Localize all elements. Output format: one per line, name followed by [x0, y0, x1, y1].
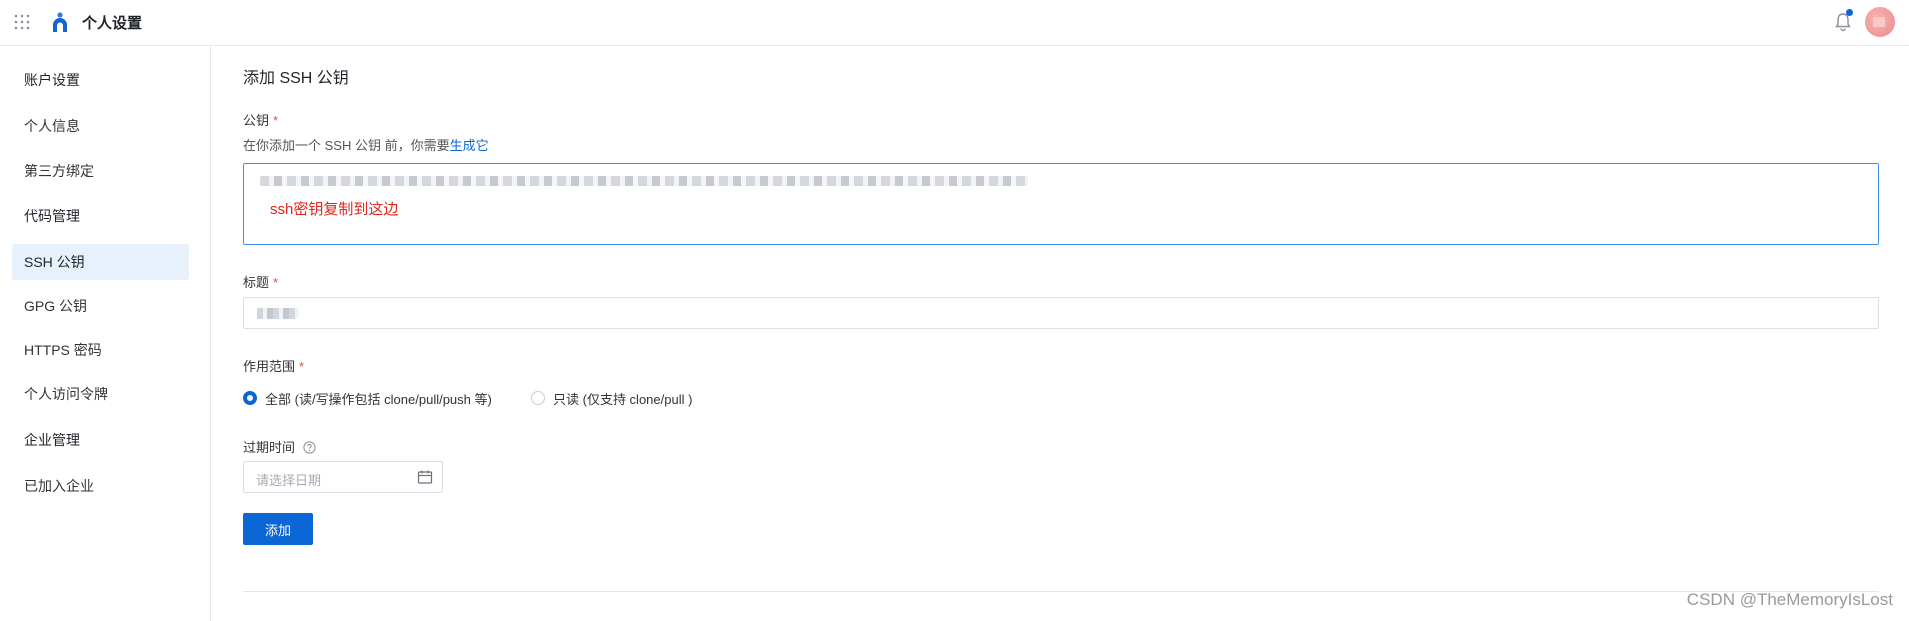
grid-icon[interactable]	[13, 13, 31, 31]
page-title: 添加 SSH 公钥	[243, 70, 349, 87]
calendar-icon[interactable]	[417, 469, 433, 485]
scope-option-all[interactable]: 全部 (读/写操作包括 clone/pull/push 等)	[243, 388, 492, 408]
sidebar-group-code[interactable]: 代码管理	[12, 198, 189, 234]
help-circle-icon[interactable]	[303, 441, 316, 454]
scope-option-readonly-label: 只读 (仅支持 clone/pull )	[553, 391, 693, 407]
redacted-title-content	[257, 308, 299, 319]
sidebar-item-joined-enterprises[interactable]: 已加入企业	[12, 468, 189, 504]
key-title-label-text: 标题	[243, 275, 270, 290]
watermark: CSDN @TheMemoryIsLost	[1686, 590, 1893, 609]
radio-unchecked-icon[interactable]	[531, 391, 545, 405]
required-mark: *	[299, 359, 305, 374]
date-placeholder: 请选择日期	[256, 473, 322, 488]
key-title-label: 标题 *	[243, 272, 278, 291]
settings-sidebar: 账户设置 个人信息 第三方绑定 代码管理 SSH 公钥 GPG 公钥 HTTPS…	[0, 46, 211, 621]
sidebar-item-gpg-keys[interactable]: GPG 公钥	[12, 288, 189, 324]
app-title: 个人设置	[82, 15, 143, 32]
notification-dot	[1846, 9, 1853, 16]
top-bar: 个人设置	[0, 0, 1909, 46]
avatar[interactable]	[1865, 7, 1895, 37]
required-mark: *	[273, 113, 279, 128]
sidebar-group-account[interactable]: 账户设置	[12, 62, 189, 98]
public-key-hint: 在你添加一个 SSH 公钥 前，你需要生成它	[243, 135, 489, 154]
add-ssh-key-form: 添加 SSH 公钥 公钥 * 在你添加一个 SSH 公钥 前，你需要生成它 ssh…	[243, 46, 1879, 621]
sidebar-item-access-tokens[interactable]: 个人访问令牌	[12, 376, 189, 412]
expiry-date-picker[interactable]: 请选择日期	[243, 461, 443, 493]
logo-icon[interactable]	[49, 11, 71, 33]
add-button[interactable]: 添加	[243, 513, 313, 545]
expiry-label: 过期时间	[243, 437, 316, 456]
scope-option-readonly[interactable]: 只读 (仅支持 clone/pull )	[531, 388, 692, 408]
hint-text: 在你添加一个 SSH 公钥 前，你需要	[243, 138, 450, 153]
sidebar-item-https-password[interactable]: HTTPS 密码	[12, 332, 189, 368]
divider	[243, 591, 1879, 592]
sidebar-group-enterprise[interactable]: 企业管理	[12, 422, 189, 458]
sidebar-item-third-party[interactable]: 第三方绑定	[12, 153, 189, 189]
generate-key-link[interactable]: 生成它	[450, 138, 489, 153]
public-key-label: 公钥 *	[243, 110, 278, 129]
required-mark: *	[273, 275, 279, 290]
scope-option-all-label: 全部 (读/写操作包括 clone/pull/push 等)	[265, 391, 492, 407]
key-title-input[interactable]	[243, 297, 1879, 329]
expiry-label-text: 过期时间	[243, 440, 296, 455]
sidebar-item-profile[interactable]: 个人信息	[12, 108, 189, 144]
public-key-label-text: 公钥	[243, 113, 270, 128]
public-key-textarea[interactable]: ssh密钥复制到这边	[243, 163, 1879, 245]
radio-checked-icon[interactable]	[243, 391, 257, 405]
key-annotation: ssh密钥复制到这边	[270, 201, 399, 218]
sidebar-item-ssh-keys[interactable]: SSH 公钥	[12, 244, 189, 280]
redacted-key-content	[260, 176, 1028, 186]
scope-label-text: 作用范围	[243, 359, 296, 374]
scope-label: 作用范围 *	[243, 356, 304, 375]
